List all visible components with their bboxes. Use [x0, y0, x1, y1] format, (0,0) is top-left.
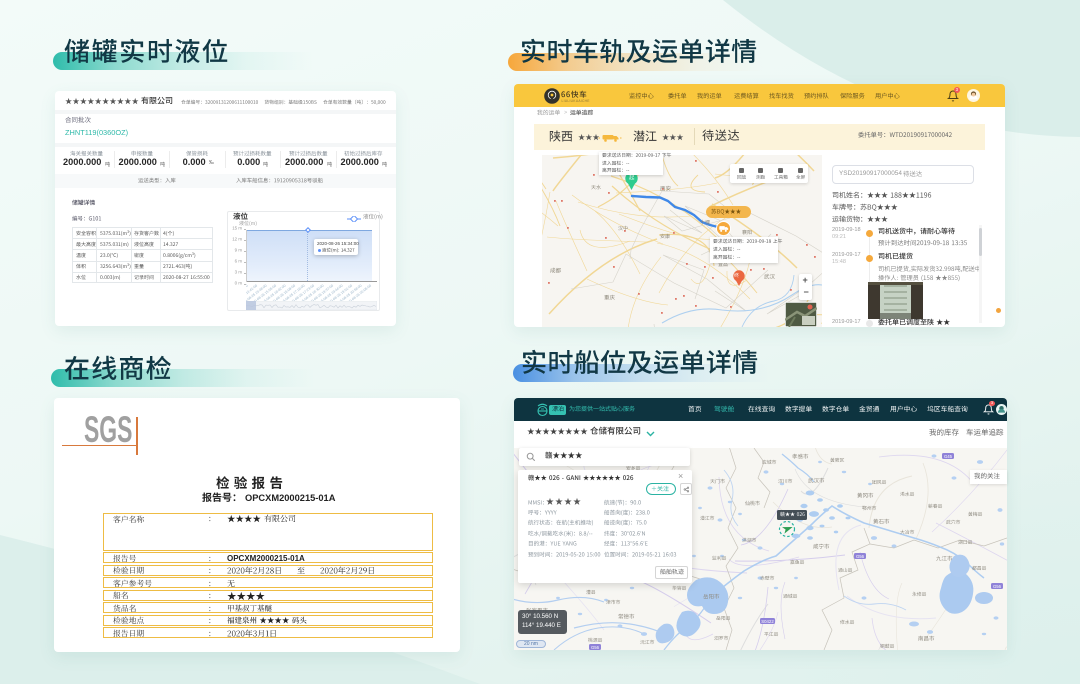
svg-text:G56: G56: [591, 645, 600, 650]
svg-text:G56: G56: [856, 554, 865, 559]
svg-text:S0422: S0422: [761, 619, 774, 624]
svg-text:G45: G45: [944, 454, 953, 459]
svg-text:G56: G56: [993, 584, 1002, 589]
